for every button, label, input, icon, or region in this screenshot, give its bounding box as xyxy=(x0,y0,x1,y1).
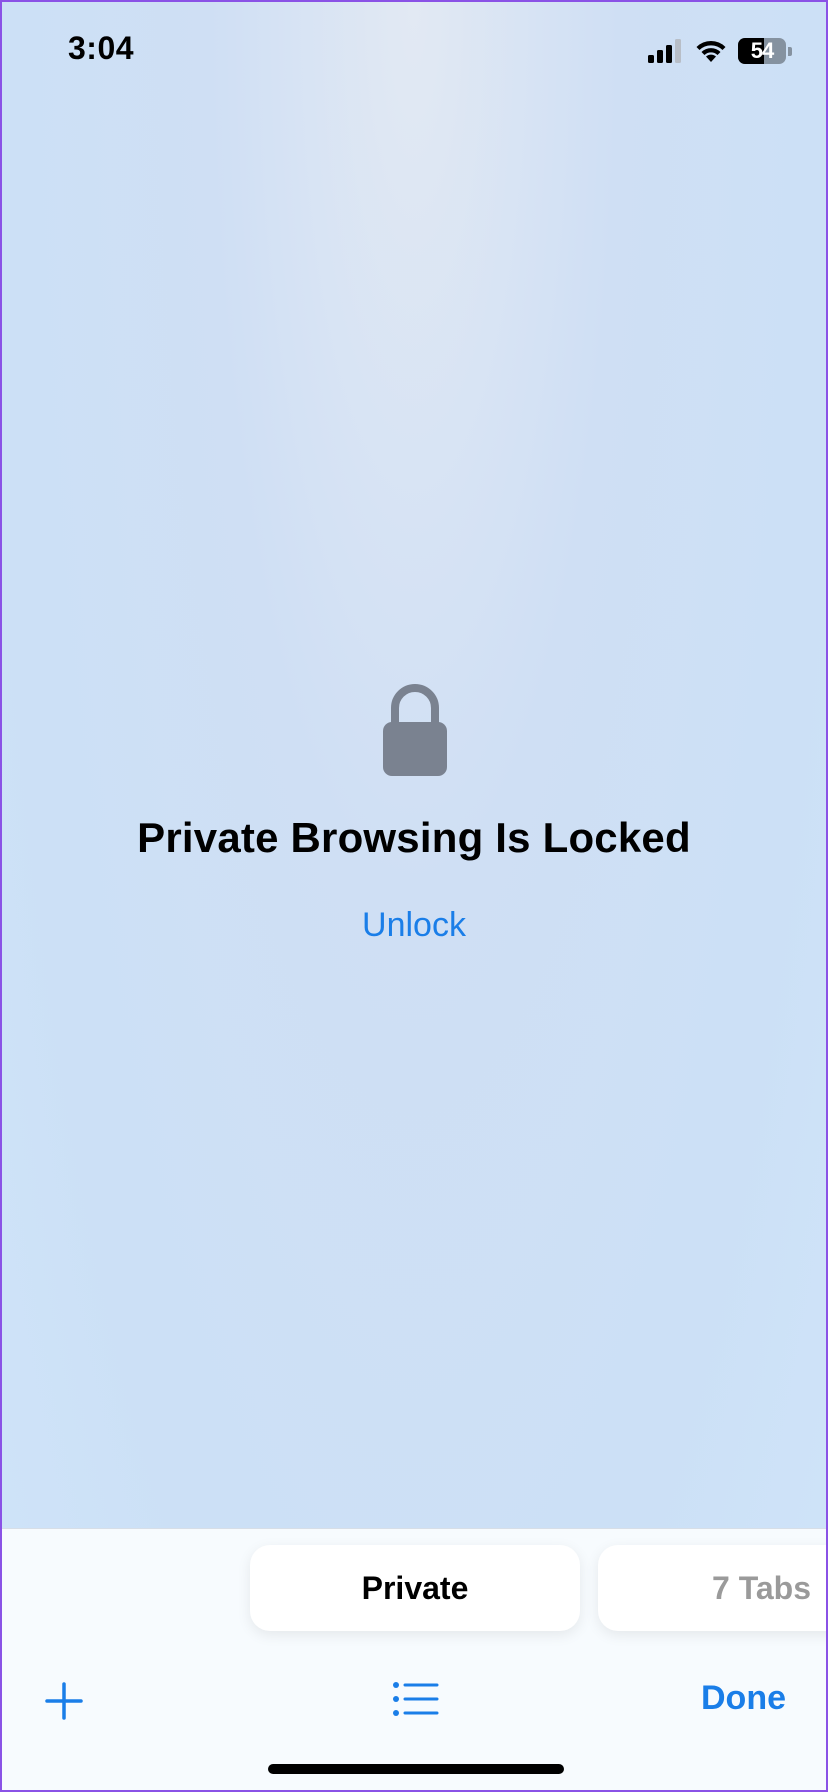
done-button[interactable]: Done xyxy=(701,1679,786,1718)
status-icons: 54 xyxy=(648,36,792,66)
wifi-icon xyxy=(696,40,726,62)
battery-icon: 54 xyxy=(738,38,786,64)
battery-level: 54 xyxy=(750,38,775,63)
unlock-button[interactable]: Unlock xyxy=(2,906,826,945)
battery-cap xyxy=(788,46,792,56)
home-indicator[interactable] xyxy=(268,1764,564,1774)
status-time: 3:04 xyxy=(68,30,135,66)
tab-group-private[interactable]: Private xyxy=(250,1545,580,1631)
list-icon[interactable] xyxy=(392,1679,440,1719)
tab-group-tabs[interactable]: 7 Tabs xyxy=(598,1545,826,1631)
lock-icon xyxy=(383,684,447,776)
bottom-toolbar: Private 7 Tabs Done xyxy=(2,1528,826,1790)
cellular-signal-icon xyxy=(648,39,681,63)
page-title: Private Browsing Is Locked xyxy=(137,814,691,861)
safari-private-locked-screen: 3:04 54 Private Browsing Is Locked Unloc… xyxy=(0,0,828,1792)
plus-icon[interactable] xyxy=(44,1681,84,1721)
